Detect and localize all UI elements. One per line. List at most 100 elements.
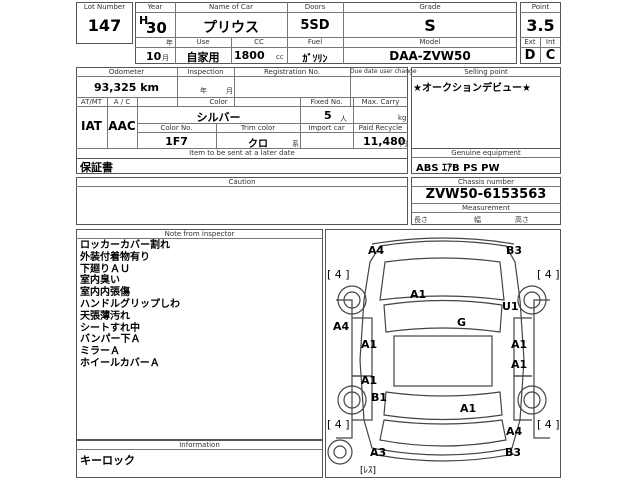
color-label: Color — [209, 98, 228, 106]
int: C — [545, 48, 556, 63]
code-g-roof: G — [457, 316, 467, 329]
paid-recycle-unit: 円 — [400, 140, 407, 148]
code-resu: [ﾚｽ] — [360, 466, 377, 476]
inspector-note: 天張薄汚れ — [80, 310, 130, 322]
cc-unit: cc — [276, 53, 284, 61]
lot-number: 147 — [87, 16, 122, 35]
genuine: ABS ｴｱB PS PW — [416, 163, 500, 174]
color-no: 1F7 — [165, 135, 188, 148]
inspector-label: Note from inspector — [164, 230, 235, 238]
code-a4-top: A4 — [368, 244, 385, 257]
year-suffix: 年 — [166, 39, 173, 47]
later-value: 保証書 — [80, 161, 113, 174]
fuel: ｶﾞｿﾘﾝ — [302, 54, 328, 65]
code-a1-l2: A1 — [361, 374, 378, 387]
lot-number-label: Lot Number — [83, 3, 126, 11]
cc-label: CC — [254, 38, 264, 46]
model: DAA-ZVW50 — [389, 49, 471, 63]
code-tire-rr: [ 4 ] — [537, 418, 560, 431]
fixed-no: 5 — [324, 109, 332, 122]
atmt-label: AT/MT — [80, 98, 103, 106]
code-a1-hood: A1 — [410, 288, 427, 301]
color: シルバー — [196, 111, 241, 124]
import-car-label: Import car — [308, 124, 345, 132]
later-value-box — [76, 157, 408, 174]
inspector-note: ハンドルグリップしわ — [80, 298, 180, 310]
use: 自家用 — [186, 51, 220, 64]
code-a1-r1: A1 — [511, 338, 528, 351]
code-tire-rl: [ 4 ] — [327, 418, 350, 431]
paid-recycle-label: Paid Recycle — [358, 124, 403, 132]
cc: 1800 — [234, 49, 265, 62]
information-value: キーロック — [80, 454, 135, 467]
inspector-note: 室内内張傷 — [80, 287, 130, 299]
inspection-label: Inspection — [187, 68, 224, 76]
year-label: Year — [147, 3, 163, 11]
inspector-note: ホイールカバーＡ — [80, 357, 160, 369]
height-label: 高さ — [515, 216, 529, 224]
inspector-note: 室内臭い — [80, 275, 120, 287]
selling-point: ★オークションデビュー★ — [413, 83, 531, 94]
fuel-label: Fuel — [307, 38, 323, 46]
inspector-note: バンパー下Ａ — [80, 334, 141, 346]
ac-label: A / C — [113, 98, 131, 106]
inspector-note: 下廻りＡＵ — [80, 263, 130, 275]
ext-label: Ext — [524, 38, 536, 46]
caution-label: Caution — [228, 178, 256, 186]
grade-label: Grade — [419, 3, 441, 11]
genuine-label: Genuine equipment — [451, 149, 521, 157]
point: 3.5 — [526, 16, 555, 35]
trim-suffix: 系 — [292, 140, 299, 148]
information-label: Information — [179, 441, 220, 449]
registration-label: Registration No. — [263, 68, 321, 76]
atmt: IAT — [80, 119, 102, 133]
color-no-label: Color No. — [160, 124, 193, 132]
width-label: 幅 — [474, 216, 481, 224]
point-label: Point — [531, 3, 550, 11]
ac: AAC — [108, 119, 136, 133]
car-name: プリウス — [203, 20, 259, 36]
max-carry-label: Max. Carry — [361, 98, 400, 106]
use-label: Use — [196, 38, 210, 46]
model-label: Model — [419, 38, 441, 46]
measurement-label: Measurement — [461, 204, 511, 212]
code-a1-r2: A1 — [511, 358, 528, 371]
odometer: 93,325 km — [93, 81, 160, 94]
grade: S — [424, 16, 436, 35]
name-label: Name of Car — [209, 3, 253, 11]
code-u1: U1 — [502, 300, 519, 313]
doors-label: Doors — [304, 3, 326, 11]
month: 10 — [146, 50, 162, 63]
ext: D — [524, 48, 536, 63]
inspector-notes: ロッカーカバー割れ 外装付着物有り 下廻りＡＵ 室内臭い 室内内張傷 ハンドルグ… — [80, 240, 180, 370]
code-tire-fl: [ 4 ] — [327, 268, 350, 281]
code-a4-left: A4 — [333, 320, 350, 333]
month-suffix: 月 — [162, 54, 169, 62]
trim-color: クロ — [248, 139, 268, 150]
fixed-no-label: Fixed No. — [310, 98, 343, 106]
code-a1-l1: A1 — [361, 338, 378, 351]
odometer-label: Odometer — [108, 68, 145, 76]
inspector-note: シートすれ中 — [80, 322, 140, 334]
max-carry-unit: kg — [398, 114, 407, 122]
int-label: Int — [545, 38, 556, 46]
inspection-month: 月 — [226, 87, 233, 95]
due-label: Due date user change — [350, 68, 417, 75]
inspector-note: 外装付着物有り — [80, 251, 150, 263]
chassis: ZVW50-6153563 — [425, 187, 547, 202]
code-b3-top: B3 — [506, 244, 523, 257]
inspection-year: 年 — [200, 87, 207, 95]
car-diagram-box — [325, 229, 561, 478]
code-a4-bottom: A4 — [506, 425, 523, 438]
inspector-note: ロッカーカバー割れ — [80, 240, 170, 251]
later-label: Item to be sent at a later date — [189, 149, 295, 157]
year-value: 30 — [146, 19, 167, 37]
code-b3-bottom: B3 — [505, 446, 522, 459]
code-a1-trunk: A1 — [460, 402, 477, 415]
code-a3: A3 — [370, 446, 387, 459]
length-label: 長さ — [414, 216, 428, 224]
trim-color-label: Trim color — [240, 124, 276, 132]
chassis-label: Chassis number — [457, 178, 515, 186]
selling-point-label: Selling point — [464, 68, 508, 76]
fixed-no-unit: 人 — [340, 115, 347, 123]
